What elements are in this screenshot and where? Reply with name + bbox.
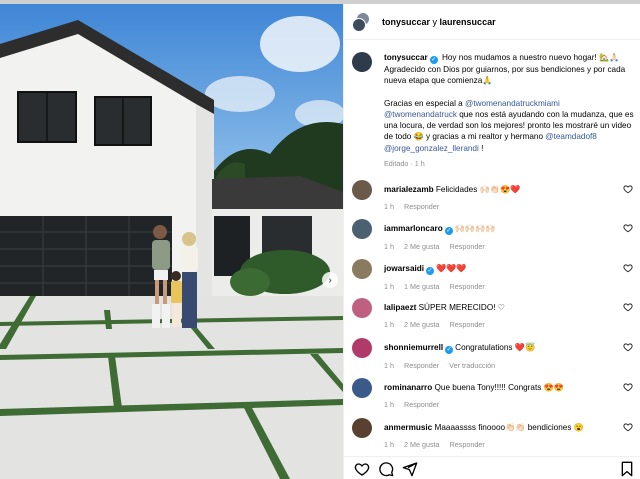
- comment-username[interactable]: anmermusic: [384, 423, 432, 432]
- next-photo-button[interactable]: ›: [322, 272, 338, 288]
- mention-link[interactable]: @jorge_gonzalez_llerandi: [384, 144, 479, 153]
- reply-button[interactable]: Responder: [450, 440, 485, 449]
- reply-button[interactable]: Responder: [404, 202, 439, 211]
- action-bar: [344, 456, 640, 479]
- comment-likes[interactable]: 2 Me gusta: [404, 242, 440, 251]
- verified-icon: ✓: [444, 227, 453, 235]
- comment-text: Maaaassss finoooo👏🏻👏🏻 bendiciones 😮: [434, 423, 584, 432]
- comment-likes[interactable]: 1 Me gusta: [404, 282, 440, 291]
- post-details-panel: tonysuccar y laurensuccar tonysuccar ✓ Ho…: [343, 4, 640, 479]
- comment-item: shonniemurrell ✓ Congratulations ❤️😇 1 h Res…: [352, 338, 637, 371]
- comment-username[interactable]: lalipaezt: [384, 303, 416, 312]
- mention-link[interactable]: @teamdadof8: [545, 132, 597, 141]
- avatar[interactable]: [352, 259, 372, 279]
- heart-icon[interactable]: [354, 461, 370, 477]
- caption-text-2a: Gracias en especial a: [384, 98, 466, 108]
- avatar[interactable]: [352, 219, 372, 239]
- caption-paragraph-2: Gracias en especial a @twomenandatruckmi…: [384, 98, 637, 154]
- comment-heart-icon[interactable]: [623, 302, 633, 312]
- bookmark-icon[interactable]: [619, 461, 635, 477]
- reply-button[interactable]: Responder: [404, 361, 439, 370]
- caption-text-2c: !: [478, 143, 484, 153]
- comment-item: lalipaezt SÚPER MERECIDO! ♡ 1 h 2 Me gusta…: [352, 298, 637, 330]
- comment-likes[interactable]: 2 Me gusta: [404, 440, 440, 449]
- caption-edited-time: Editado · 1 h: [384, 159, 425, 169]
- comment-icon[interactable]: [378, 461, 394, 477]
- comment-text: 🙌🏻🙌🏻🙌🏻🙌🏻: [454, 224, 496, 233]
- comment-username[interactable]: rominanarro: [384, 383, 432, 392]
- mention-link[interactable]: @twomenandatruckmiami: [465, 99, 560, 108]
- comment-likes[interactable]: 2 Me gusta: [404, 320, 440, 329]
- caption-paragraph-1: tonysuccar ✓ Hoy nos mudamos a nuestro nu…: [384, 52, 637, 87]
- comment-text: SÚPER MERECIDO! ♡: [418, 303, 506, 312]
- post-header: tonysuccar y laurensuccar: [344, 4, 640, 40]
- post-authors: tonysuccar y laurensuccar: [382, 17, 496, 27]
- see-translation-button[interactable]: Ver traducción: [449, 361, 495, 370]
- avatar[interactable]: [352, 298, 372, 318]
- comment-time: 1 h: [384, 242, 394, 251]
- comment-item: anmermusic Maaaassss finoooo👏🏻👏🏻 bendici…: [352, 418, 637, 450]
- comment-text: Congratulations ❤️😇: [455, 343, 536, 352]
- share-icon[interactable]: [402, 461, 418, 477]
- chevron-right-icon: ›: [328, 274, 332, 286]
- comment-heart-icon[interactable]: [623, 263, 633, 273]
- reply-button[interactable]: Responder: [404, 400, 439, 409]
- comment-item: marialezamb Felicidades 🙌🏻👏🏻😍❤️ 1 h Respon…: [352, 180, 637, 212]
- comment-heart-icon[interactable]: [623, 422, 633, 432]
- post-photo: ›: [0, 4, 343, 479]
- comment-heart-icon[interactable]: [623, 223, 633, 233]
- comment-text: Que buena Tony!!!!! Congrats 😍😍: [434, 383, 564, 392]
- comment-username[interactable]: shonniemurrell: [384, 343, 443, 352]
- avatar[interactable]: [352, 378, 372, 398]
- avatar: [352, 17, 366, 32]
- caption-username[interactable]: tonysuccar: [384, 53, 428, 62]
- collab-avatars[interactable]: [352, 11, 372, 32]
- post-caption: tonysuccar ✓ Hoy nos mudamos a nuestro nu…: [352, 52, 637, 169]
- author-link-2[interactable]: laurensuccar: [440, 17, 496, 27]
- comment-time: 1 h: [384, 400, 394, 409]
- comment-username[interactable]: iammarloncaro: [384, 224, 443, 233]
- comment-heart-icon[interactable]: [623, 382, 633, 392]
- comment-time: 1 h: [384, 282, 394, 291]
- comment-heart-icon[interactable]: [623, 342, 633, 352]
- verified-icon: ✓: [426, 267, 435, 275]
- comment-time: 1 h: [384, 361, 394, 370]
- avatar[interactable]: [352, 52, 372, 72]
- comment-username[interactable]: marialezamb: [384, 185, 434, 194]
- avatar[interactable]: [352, 418, 372, 438]
- instagram-post-window: › tonysuccar y laurensuccar tonysuccar ✓ …: [0, 0, 640, 479]
- verified-icon: ✓: [445, 346, 454, 354]
- author-link-1[interactable]: tonysuccar: [382, 17, 430, 27]
- mention-link[interactable]: @twomenandatruck: [384, 110, 457, 119]
- avatar[interactable]: [352, 180, 372, 200]
- comment-heart-icon[interactable]: [623, 184, 633, 194]
- verified-icon: ✓: [429, 56, 438, 64]
- avatar[interactable]: [352, 338, 372, 358]
- comment-username[interactable]: jowarsaidi: [384, 264, 424, 273]
- comment-text: ❤️❤️❤️: [436, 264, 467, 273]
- comment-item: jowarsaidi ✓ ❤️❤️❤️ 1 h 1 Me gusta Responder: [352, 259, 637, 292]
- reply-button[interactable]: Responder: [450, 320, 485, 329]
- comment-item: rominanarro Que buena Tony!!!!! Congrats…: [352, 378, 637, 410]
- comment-time: 1 h: [384, 440, 394, 449]
- reply-button[interactable]: Responder: [450, 282, 485, 291]
- comment-item: iammarloncaro ✓ 🙌🏻🙌🏻🙌🏻🙌🏻 1 h 2 Me gusta Respo…: [352, 219, 637, 252]
- reply-button[interactable]: Responder: [450, 242, 485, 251]
- comment-time: 1 h: [384, 202, 394, 211]
- authors-joiner: y: [430, 16, 440, 27]
- comment-time: 1 h: [384, 320, 394, 329]
- comment-text: Felicidades 🙌🏻👏🏻😍❤️: [435, 185, 521, 194]
